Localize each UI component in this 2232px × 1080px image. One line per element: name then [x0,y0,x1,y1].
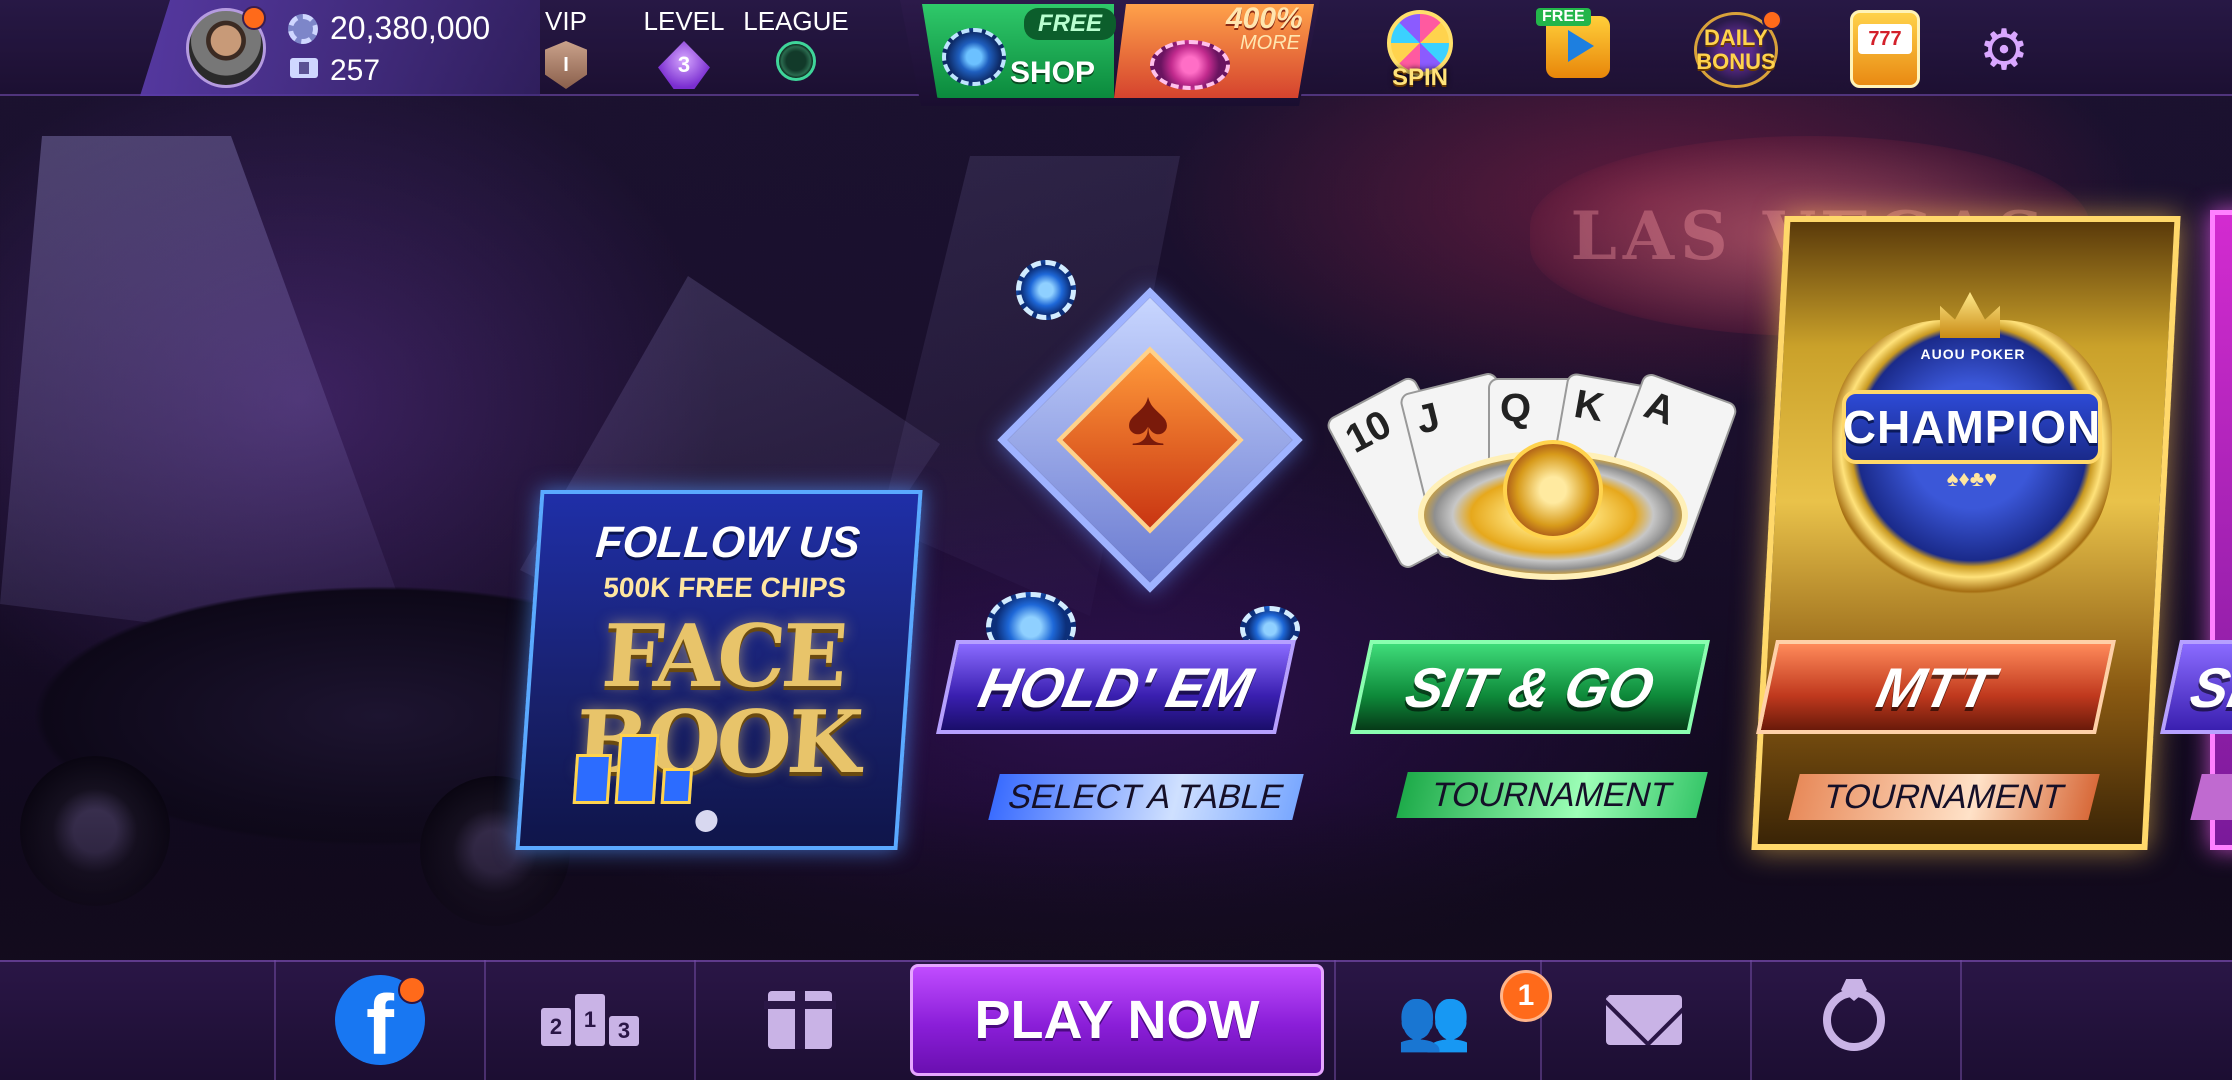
avatar-notification-dot [242,6,266,30]
gear-icon[interactable]: ⚙ [1976,22,2032,78]
spin-wheel-button[interactable]: SPIN [1375,8,1465,92]
spade-icon: ♠ [1126,373,1170,462]
mail-button[interactable] [1594,980,1694,1060]
shop-free-badge: FREE [1024,8,1117,40]
free-video-button[interactable]: FREE [1532,8,1622,92]
gift-boxes-icon [572,704,720,804]
leaderboard-button[interactable]: 2 1 3 [540,980,640,1060]
slots-button[interactable]: 777 [1838,8,1928,92]
vip-status[interactable]: VIP I [540,6,592,89]
sit-and-go-subtitle: TOURNAMENT [1396,772,1708,818]
vip-badge: I [545,41,587,89]
play-icon [1568,30,1594,62]
promo-percent: 400% [1226,2,1303,35]
league-label: LEAGUE [743,6,849,36]
divider [1750,960,1752,1080]
gift-icon [764,991,836,1049]
shop-label: SHOP [1010,56,1096,89]
ticket-icon [290,58,318,78]
mtt-brand: AUOU POKER [1920,346,2026,362]
league-status[interactable]: LEAGUE [740,6,852,81]
divider [694,960,696,1080]
sit-and-go-button[interactable]: SIT & GO [1350,640,1710,734]
league-badge [776,41,816,81]
slot-reels: 777 [1858,24,1912,54]
ring-collection-button[interactable] [1804,980,1904,1060]
divider [274,960,276,1080]
mtt-button[interactable]: MTT [1756,640,2116,734]
card-suits-icon: ♠♦♣♥ [1946,466,1998,491]
podium-step: 3 [609,1016,639,1046]
eagle-emblem-icon [1503,440,1603,540]
leaderboard-icon: 2 1 3 [541,994,639,1046]
daily-bonus-notification-dot [1762,10,1782,30]
promo-card-brand-line1: FACE [599,606,847,707]
shop-chips-icon [942,28,1006,86]
divider [1334,960,1336,1080]
facebook-promo-card[interactable]: FOLLOW US 500K FREE CHIPS FACE BOOK [515,490,923,850]
ring-icon [1823,989,1885,1051]
level-status[interactable]: LEVEL 3 [636,6,732,89]
divider [484,960,486,1080]
promo-more-label: MORE [1240,32,1300,54]
daily-bonus-button[interactable]: DAILY BONUS [1688,8,1784,92]
divider [1960,960,1962,1080]
next-game-card[interactable] [2210,210,2232,850]
friends-icon: 👥 [1396,986,1472,1053]
facebook-notification-dot [398,976,426,1004]
gift-button[interactable] [750,980,850,1060]
champion-emblem: CHAMPION [1842,390,2102,464]
promo-chips-icon [1150,40,1230,90]
carousel-dot[interactable] [694,810,719,832]
mtt-subtitle: TOURNAMENT [1788,774,2100,820]
podium-step: 1 [575,994,605,1046]
poker-chip-icon [1016,260,1076,320]
holdem-button[interactable]: HOLD' EM [936,640,1296,734]
mail-icon [1606,995,1682,1045]
ticket-balance: 257 [330,54,381,87]
chips-icon [288,14,318,44]
friends-button[interactable]: 👥 [1384,980,1484,1060]
level-label: LEVEL [643,6,725,36]
play-now-button[interactable]: PLAY NOW [910,964,1324,1076]
spin-label: SPIN [1391,64,1448,91]
daily-bonus-label: DAILY BONUS [1696,25,1776,74]
friends-notification-badge: 1 [1500,970,1552,1022]
holdem-subtitle: SELECT A TABLE [988,774,1304,820]
vip-label: VIP [545,6,587,36]
level-badge: 3 [658,41,710,89]
video-free-badge: FREE [1536,8,1591,26]
promo-card-title: FOLLOW US [594,518,862,567]
podium-step: 2 [541,1008,571,1046]
chips-balance: 20,380,000 [330,10,491,46]
promo-card-subtitle: 500K FREE CHIPS [602,572,848,603]
